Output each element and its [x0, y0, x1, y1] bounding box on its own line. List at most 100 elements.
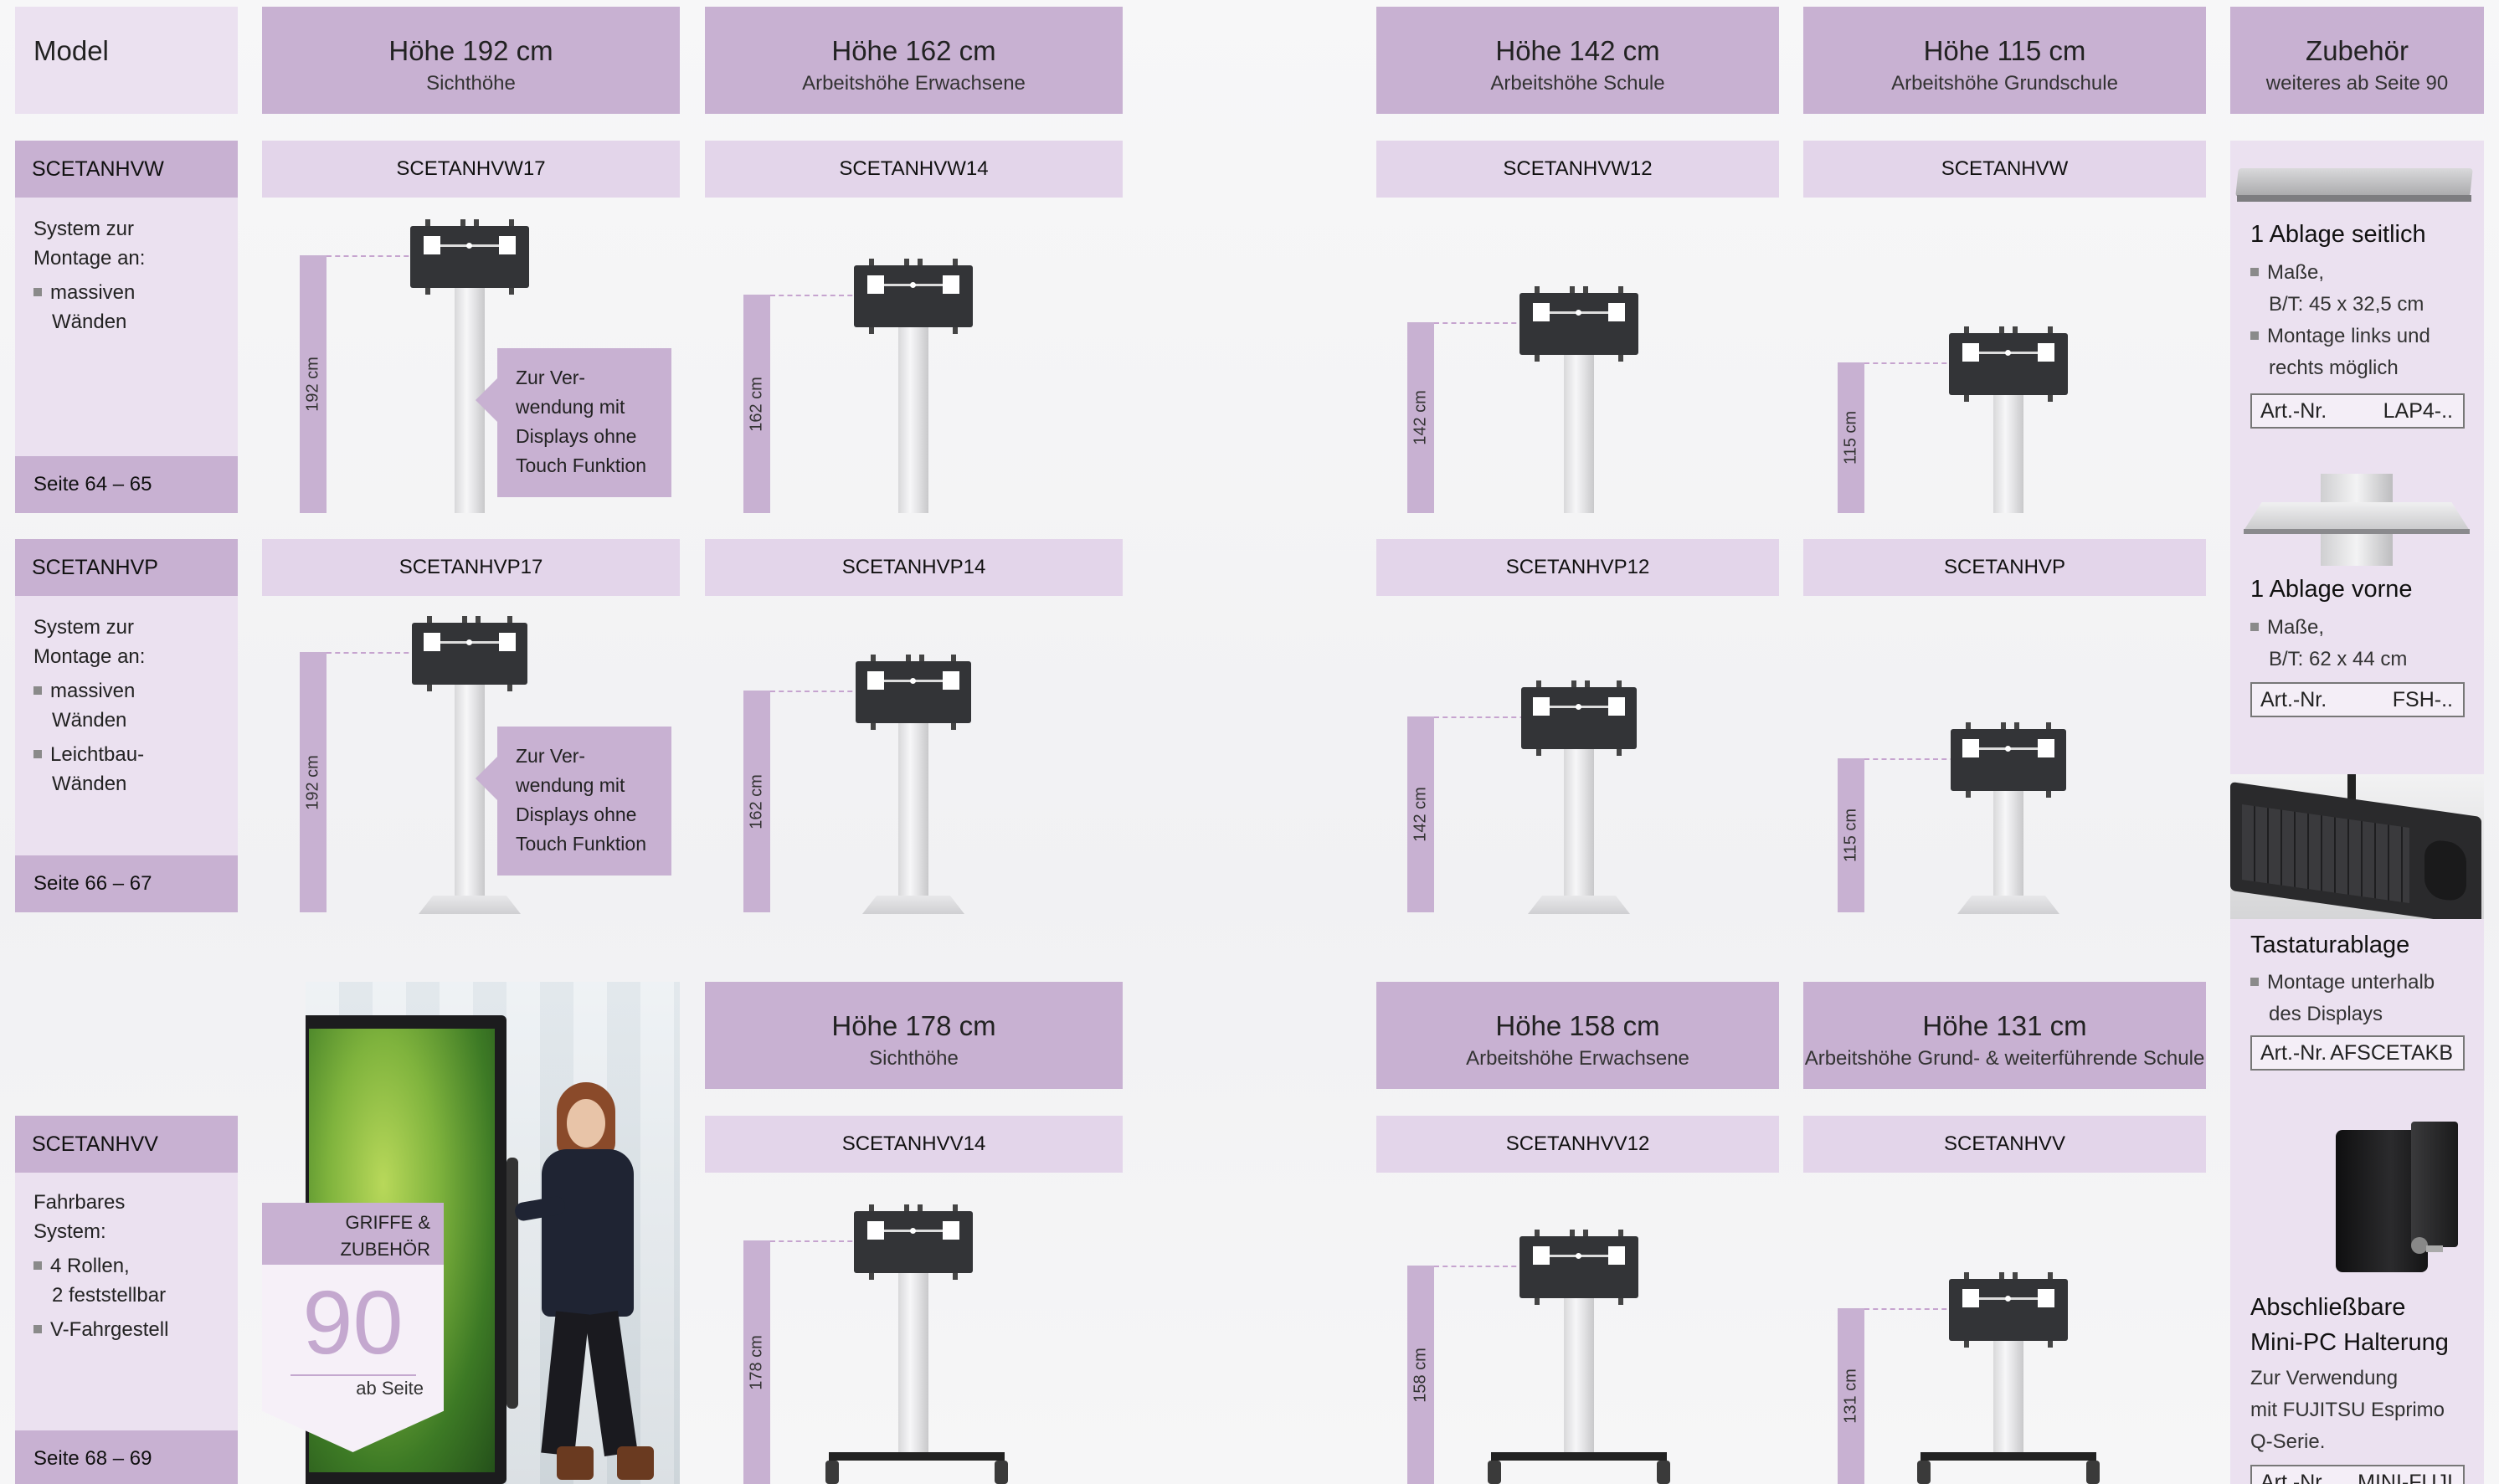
row2-height-label-1: 192 cm	[303, 754, 322, 810]
row2-code-2: SCETANHVP14	[705, 539, 1123, 596]
header-h192: Höhe 192 cm Sichthöhe	[262, 7, 680, 114]
stand-pole	[898, 1273, 928, 1457]
row3-height-label-1: 178 cm	[747, 1334, 766, 1390]
display-mount	[1521, 680, 1637, 756]
cart-base	[1921, 1452, 2096, 1461]
row2-bullet1-a: massiven	[50, 680, 136, 702]
acc3-art-label: Art.-Nr.	[2260, 1041, 2327, 1065]
stand-pole	[1993, 1341, 2023, 1457]
cart-base	[829, 1452, 1005, 1461]
row3-code-3: SCETANHVV	[1803, 1116, 2206, 1173]
header-h162: Höhe 162 cm Arbeitshöhe Erwachsene	[705, 7, 1123, 114]
stand-foot	[1528, 896, 1630, 914]
row2-description: System zur Montage an: massiven Wänden L…	[33, 613, 234, 798]
row2-code-4: SCETANHVP	[1803, 539, 2206, 596]
row1-height-label-2: 162 cm	[747, 376, 766, 432]
header-h178-sub: Sichthöhe	[869, 1047, 959, 1070]
bullet-icon	[33, 686, 42, 696]
display-mount	[1951, 722, 2066, 798]
row3-bullet1-b: 2 feststellbar	[52, 1284, 167, 1307]
row3-bullet1-a: 4 Rollen,	[50, 1255, 130, 1277]
header-h115-title: Höhe 115 cm	[1923, 35, 2086, 66]
bullet-icon	[2250, 268, 2259, 277]
header-h142-title: Höhe 142 cm	[1495, 35, 1660, 66]
row2-code-1: SCETANHVP17	[262, 539, 680, 596]
cart-wheel	[2086, 1461, 2100, 1484]
acc2-text: Maße, B/T: 62 x 44 cm	[2250, 612, 2476, 675]
stand-pole	[1993, 791, 2023, 897]
row2-height-label-2: 162 cm	[747, 773, 766, 829]
badge-ab-seite: ab Seite	[356, 1378, 424, 1399]
row3-description: Fahrbares System: 4 Rollen, 2 feststellb…	[33, 1188, 234, 1344]
cart-wheel	[1488, 1461, 1501, 1484]
acc4-art-label: Art.-Nr.	[2260, 1471, 2327, 1484]
row1-tag: SCETANHVW	[15, 141, 238, 198]
row1-desc-line1: System zur	[33, 218, 135, 240]
header-h142-sub: Arbeitshöhe Schule	[1490, 72, 1665, 95]
acc1-b1b: B/T: 45 x 32,5 cm	[2269, 293, 2424, 316]
acc4-t3: Q-Serie.	[2250, 1430, 2326, 1453]
row2-bullet1: massiven	[33, 676, 234, 706]
stand-pole	[1564, 1298, 1594, 1457]
header-h142: Höhe 142 cm Arbeitshöhe Schule	[1376, 7, 1779, 114]
header-h115-sub: Arbeitshöhe Grundschule	[1891, 72, 2118, 95]
row1-callout: Zur Ver- wendung mit Displays ohne Touch…	[476, 348, 671, 497]
row3-height-label-2: 158 cm	[1411, 1347, 1430, 1403]
header-h131-sub: Arbeitshöhe Grund- & weiterführende Schu…	[1804, 1047, 2205, 1070]
stand-pole	[1564, 749, 1594, 897]
row1-height-label-3: 142 cm	[1411, 390, 1430, 445]
display-mount	[856, 655, 971, 730]
row3-height-bar-2: 158 cm	[1407, 1266, 1434, 1484]
header-h178-title: Höhe 178 cm	[831, 1010, 996, 1041]
row2-height-bar-4: 115 cm	[1838, 758, 1864, 912]
row1-height-bar-3: 142 cm	[1407, 322, 1434, 513]
display-mount	[854, 1204, 973, 1280]
bullet-icon	[33, 1261, 42, 1271]
row3-height-bar-1: 178 cm	[743, 1240, 770, 1484]
display-mount	[1519, 286, 1638, 362]
row2-callout: Zur Ver- wendung mit Displays ohne Touch…	[476, 727, 671, 876]
display-mount	[410, 219, 529, 295]
cart-wheel	[995, 1461, 1008, 1484]
row1-description: System zur Montage an: massiven Wänden	[33, 214, 234, 336]
model-label: Model	[33, 35, 109, 66]
acc3-b1: Montage unterhalb	[2267, 971, 2435, 994]
row2-height-label-3: 142 cm	[1411, 787, 1430, 842]
row1-height-bar-2: 162 cm	[743, 295, 770, 513]
cart-wheel	[1917, 1461, 1931, 1484]
bullet-icon	[33, 288, 42, 297]
acc1-b2: Montage links und	[2267, 325, 2430, 347]
acc1-text: Maße, B/T: 45 x 32,5 cm Montage links un…	[2250, 257, 2476, 384]
row1-code-4: SCETANHVW	[1803, 141, 2206, 198]
header-h131-title: Höhe 131 cm	[1922, 1010, 2087, 1041]
acc1-art-value: LAP4-..	[2383, 399, 2453, 423]
acc2-art-value: FSH-..	[2392, 688, 2453, 711]
row2-bullet2-b: Wänden	[52, 773, 127, 795]
header-zubehoer: Zubehör weiteres ab Seite 90	[2230, 7, 2484, 114]
row1-height-label-4: 115 cm	[1841, 410, 1860, 465]
acc2-artnr: Art.-Nr. FSH-..	[2250, 682, 2465, 717]
stand-foot	[1957, 896, 2059, 914]
header-h192-title: Höhe 192 cm	[388, 35, 553, 66]
acc4-title: Abschließbare Mini-PC Halterung	[2250, 1290, 2449, 1360]
acc4-image	[2327, 1122, 2470, 1281]
row1-height-label-1: 192 cm	[303, 357, 322, 412]
row1-code-2: SCETANHVW14	[705, 141, 1123, 198]
row1-bullet1: massiven	[33, 278, 234, 307]
row2-seite: Seite 66 – 67	[15, 855, 238, 912]
display-mount	[1519, 1230, 1638, 1305]
acc4-t2: mit FUJITSU Esprimo	[2250, 1399, 2445, 1421]
cart-wheel	[1657, 1461, 1670, 1484]
header-h162-sub: Arbeitshöhe Erwachsene	[802, 72, 1026, 95]
row2-height-bar-1: 192 cm	[300, 652, 327, 912]
row1-code-1: SCETANHVW17	[262, 141, 680, 198]
row1-callout-line1: Zur Ver-	[516, 367, 586, 388]
row3-seite: Seite 68 – 69	[15, 1430, 238, 1484]
stand-pole	[898, 327, 928, 513]
griffe-badge: GRIFFE & ZUBEHÖR	[262, 1203, 444, 1265]
model-header: Model	[15, 7, 238, 114]
row3-code-1: SCETANHVV14	[705, 1116, 1123, 1173]
acc2-art-label: Art.-Nr.	[2260, 688, 2327, 711]
badge-line2: ZUBEHÖR	[340, 1239, 430, 1260]
row2-height-bar-2: 162 cm	[743, 691, 770, 912]
